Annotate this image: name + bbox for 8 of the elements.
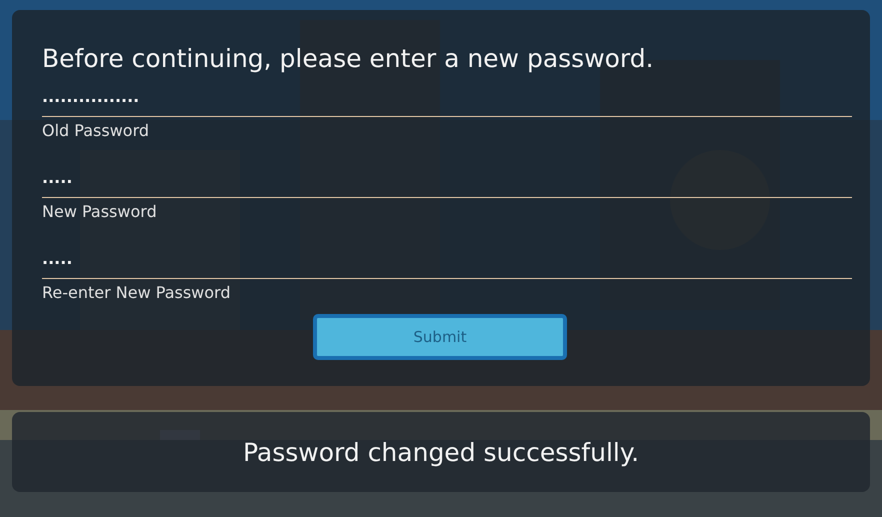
field-label: Re-enter New Password <box>42 283 230 302</box>
password-field[interactable]: ..... <box>42 168 852 198</box>
field-label: Old Password <box>42 121 150 140</box>
prompt-text: Before continuing, please enter a new password. <box>42 44 655 73</box>
field-label: New Password <box>42 202 157 221</box>
password-field[interactable]: ..... <box>42 249 852 279</box>
success-message: Password changed successfully. <box>242 438 640 466</box>
password-field[interactable]: ................ <box>42 87 852 117</box>
